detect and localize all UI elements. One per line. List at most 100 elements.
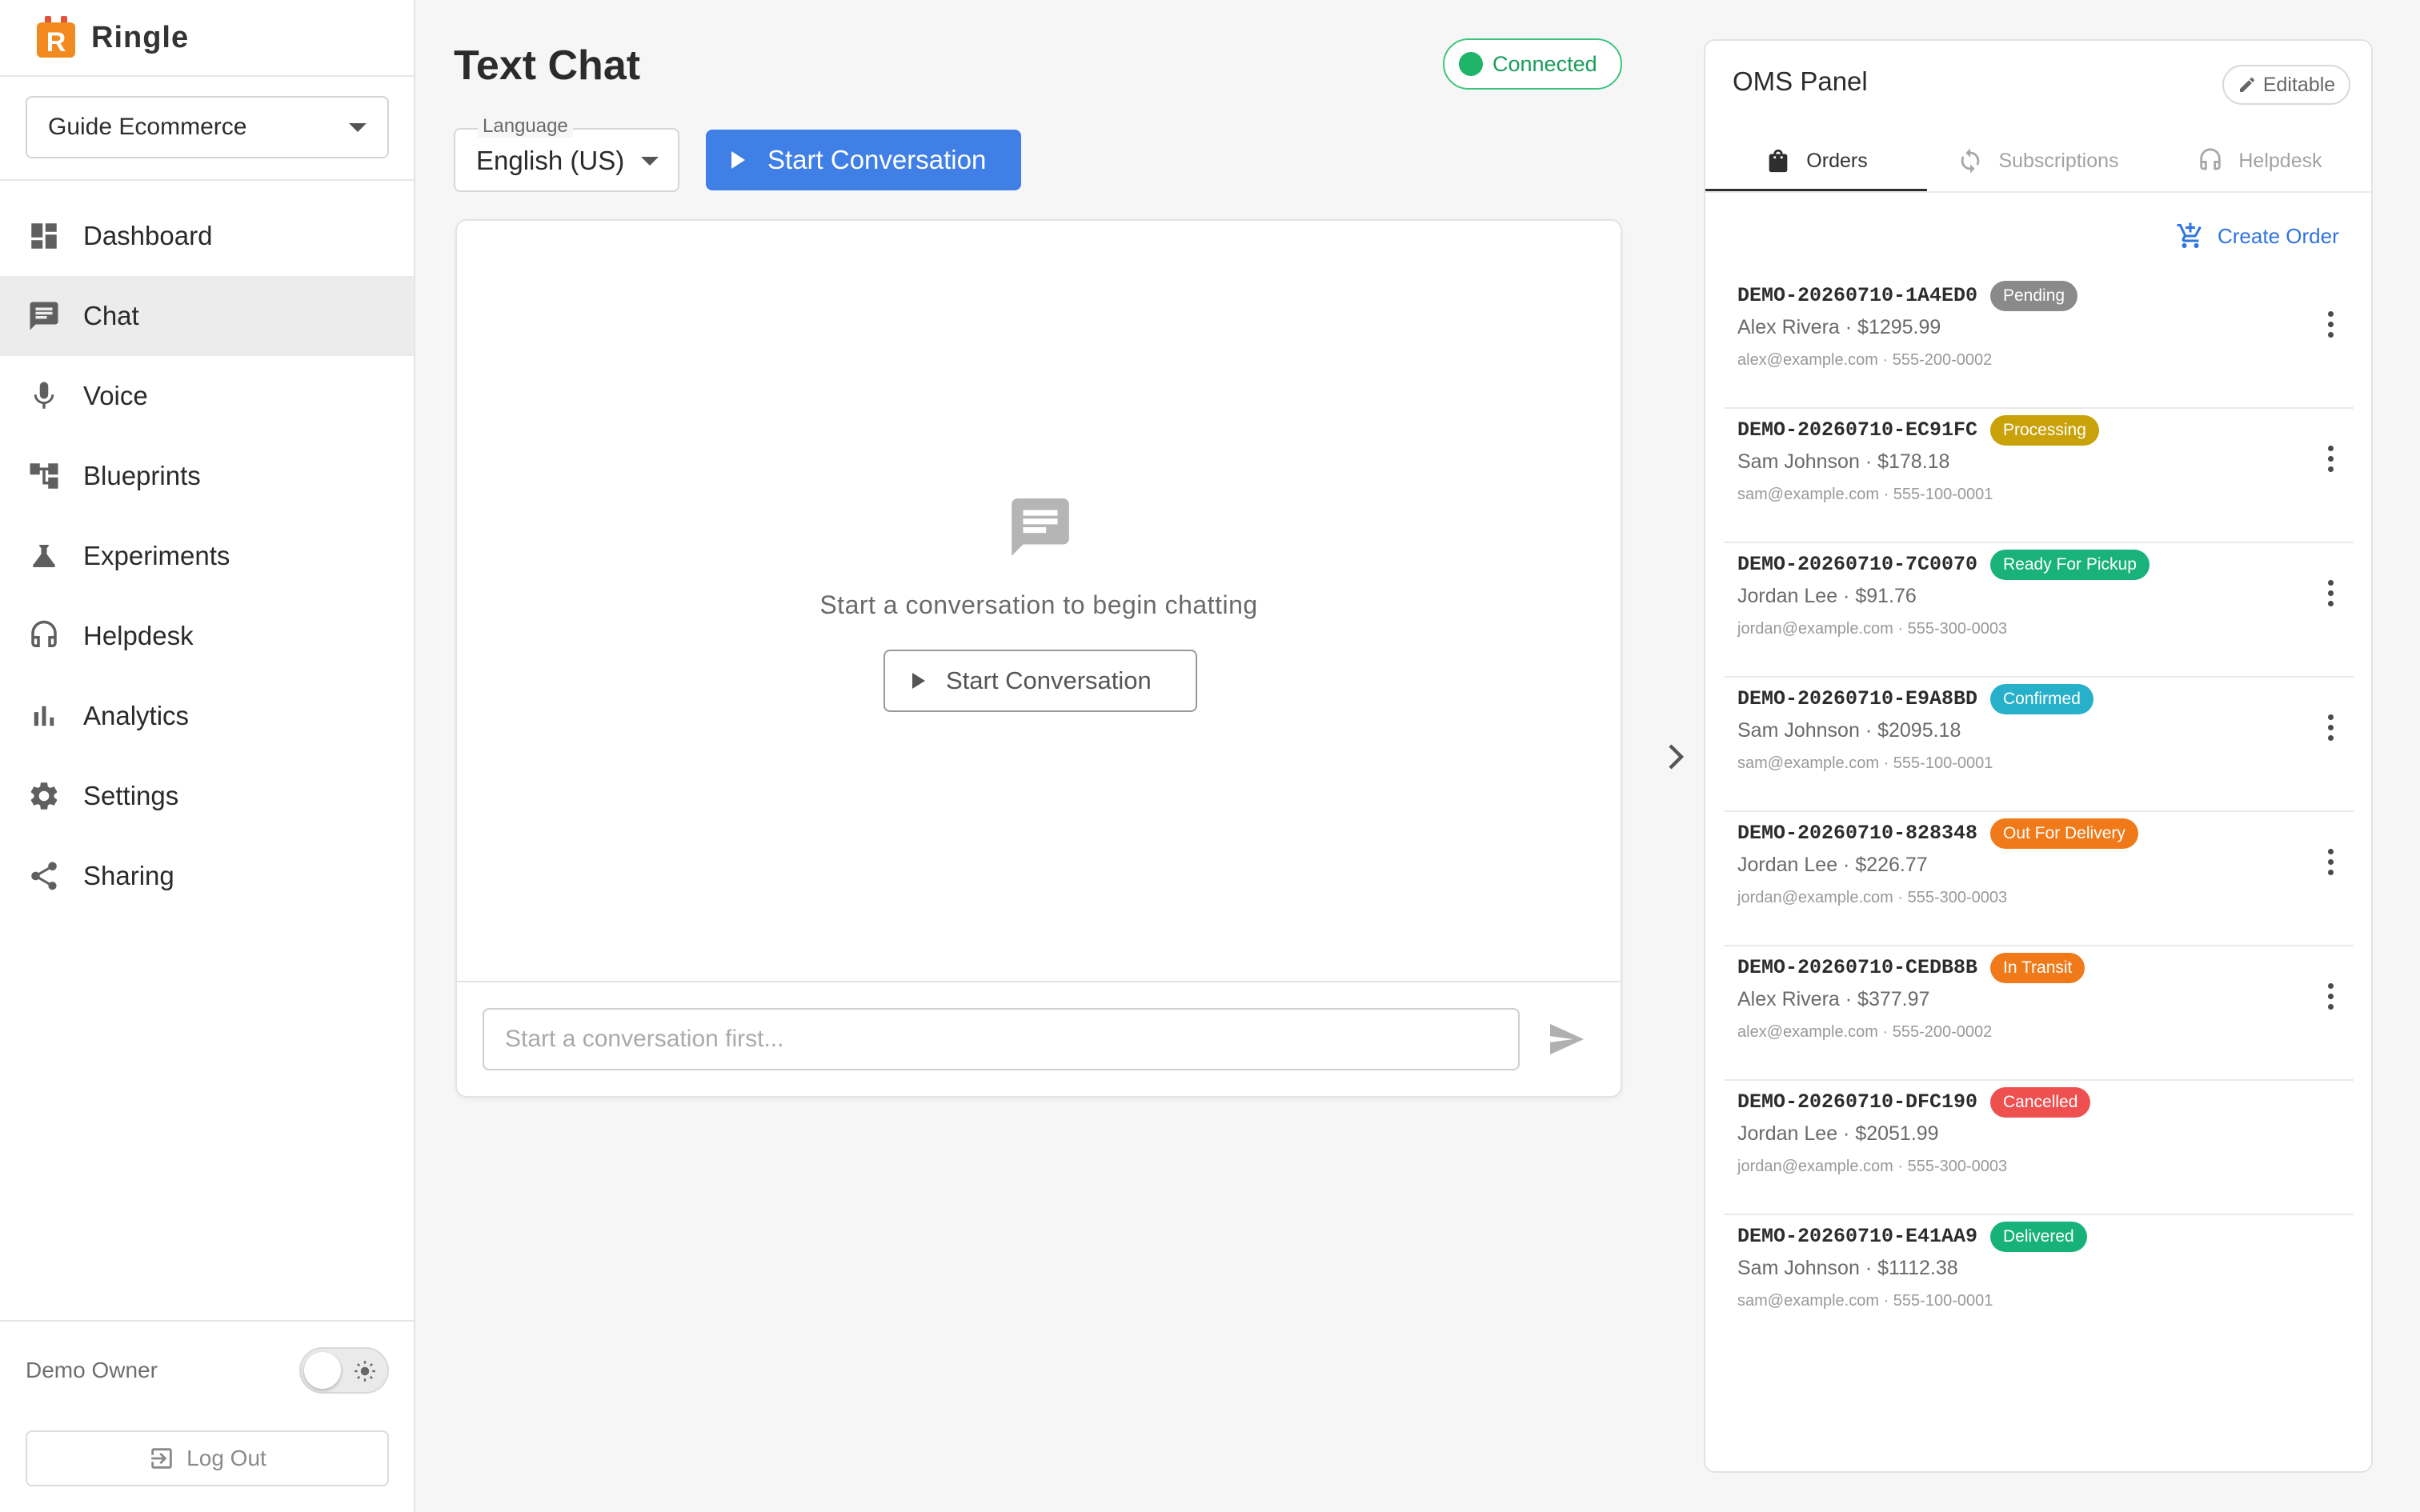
tab-label: Subscriptions bbox=[1998, 149, 2119, 172]
oms-tabs: Orders Subscriptions Helpdesk bbox=[1705, 129, 2371, 193]
more-vert-icon[interactable] bbox=[2326, 446, 2334, 474]
sidebar-item-dashboard[interactable]: Dashboard bbox=[0, 196, 414, 276]
logout-label: Log Out bbox=[186, 1446, 266, 1470]
language-select[interactable]: Language English (US) bbox=[454, 115, 679, 192]
sidebar-item-experiments[interactable]: Experiments bbox=[0, 516, 414, 596]
order-row[interactable]: DEMO-20260710-E9A8BD Confirmed Sam Johnson… bbox=[1725, 678, 2354, 812]
order-row[interactable]: DEMO-20260710-DFC190 Cancelled Jordan Lee … bbox=[1725, 1081, 2354, 1215]
chevron-down-icon bbox=[349, 123, 367, 132]
chevron-right-icon[interactable] bbox=[1663, 742, 1687, 771]
sidebar-item-label: Chat bbox=[83, 301, 139, 330]
start-conversation-label: Start Conversation bbox=[946, 666, 1152, 694]
order-status-badge: Pending bbox=[1990, 281, 2078, 311]
chat-bubble-icon bbox=[1012, 498, 1069, 556]
order-status-badge: Delivered bbox=[1990, 1222, 2087, 1252]
order-id: DEMO-20260710-E9A8BD bbox=[1737, 687, 1978, 710]
sidebar-item-label: Analytics bbox=[83, 701, 190, 730]
order-row[interactable]: DEMO-20260710-E41AA9 Delivered Sam Johnson… bbox=[1725, 1215, 2354, 1350]
brand[interactable]: R Ringle bbox=[37, 16, 189, 59]
sidebar-item-label: Blueprints bbox=[83, 461, 201, 490]
order-status-badge: Processing bbox=[1990, 415, 2099, 446]
editable-toggle-button[interactable]: Editable bbox=[2222, 65, 2350, 105]
order-row[interactable]: DEMO-20260710-EC91FC Processing Sam Johnso… bbox=[1725, 409, 2354, 543]
order-contact: alex@example.com · 555-200-0002 bbox=[1737, 351, 1993, 369]
order-row[interactable]: DEMO-20260710-828348 Out For Delivery Jord… bbox=[1725, 812, 2354, 946]
order-customer: Sam Johnson · $2095.18 bbox=[1737, 719, 1961, 742]
start-conversation-secondary-button[interactable]: Start Conversation bbox=[883, 650, 1197, 712]
order-customer: Sam Johnson · $178.18 bbox=[1737, 450, 1950, 473]
order-customer: Sam Johnson · $1112.38 bbox=[1737, 1257, 1958, 1279]
connection-status-label: Connected bbox=[1492, 51, 1597, 76]
message-input-placeholder: Start a conversation first... bbox=[505, 1026, 784, 1052]
order-row[interactable]: DEMO-20260710-1A4ED0 Pending Alex Rivera ·… bbox=[1725, 274, 2354, 409]
message-input[interactable]: Start a conversation first... bbox=[483, 1008, 1520, 1070]
sidebar-nav: Dashboard Chat Voice Blueprints Experime… bbox=[0, 196, 414, 916]
sidebar-item-voice[interactable]: Voice bbox=[0, 356, 414, 436]
sidebar-item-label: Dashboard bbox=[83, 221, 213, 250]
more-vert-icon[interactable] bbox=[2326, 311, 2334, 340]
create-order-button[interactable]: Create Order bbox=[2176, 222, 2339, 250]
sidebar-item-label: Settings bbox=[83, 781, 179, 810]
user-row: Demo Owner bbox=[26, 1344, 389, 1397]
start-conversation-button[interactable]: Start Conversation bbox=[706, 130, 1021, 190]
sidebar-item-helpdesk[interactable]: Helpdesk bbox=[0, 596, 414, 676]
bar-chart-icon bbox=[27, 699, 61, 733]
tab-orders[interactable]: Orders bbox=[1705, 129, 1927, 193]
order-id: DEMO-20260710-7C0070 bbox=[1737, 553, 1978, 576]
sidebar-item-label: Experiments bbox=[83, 541, 230, 570]
tab-label: Orders bbox=[1806, 149, 1868, 172]
more-vert-icon[interactable] bbox=[2326, 714, 2334, 743]
microphone-icon bbox=[27, 379, 61, 413]
more-vert-icon[interactable] bbox=[2326, 983, 2334, 1012]
order-status-badge: Confirmed bbox=[1990, 684, 2093, 714]
sidebar: R Ringle Guide Ecommerce Dashboard Chat … bbox=[0, 0, 415, 1512]
order-customer: Jordan Lee · $91.76 bbox=[1737, 585, 1917, 607]
order-status-badge: In Transit bbox=[1990, 953, 2085, 983]
tab-helpdesk[interactable]: Helpdesk bbox=[2149, 129, 2370, 193]
flask-icon bbox=[27, 539, 61, 573]
sidebar-divider bbox=[0, 1320, 414, 1322]
order-id: DEMO-20260710-EC91FC bbox=[1737, 418, 1978, 442]
order-status-badge: Ready For Pickup bbox=[1990, 550, 2150, 580]
status-dot-icon bbox=[1459, 52, 1483, 76]
share-icon bbox=[27, 859, 61, 893]
shopping-bag-icon bbox=[1769, 149, 1788, 173]
logout-button[interactable]: Log Out bbox=[26, 1430, 389, 1486]
order-row[interactable]: DEMO-20260710-7C0070 Ready For Pickup Jord… bbox=[1725, 543, 2354, 678]
create-order-label: Create Order bbox=[2218, 223, 2339, 248]
sidebar-item-chat[interactable]: Chat bbox=[0, 276, 414, 356]
chevron-down-icon bbox=[641, 157, 659, 166]
tab-subscriptions[interactable]: Subscriptions bbox=[1927, 129, 2149, 193]
more-vert-icon[interactable] bbox=[2326, 580, 2334, 609]
sidebar-divider bbox=[0, 75, 414, 77]
theme-toggle[interactable] bbox=[299, 1347, 389, 1394]
oms-panel: OMS Panel Editable Orders Subscriptions … bbox=[1704, 39, 2373, 1473]
sidebar-item-sharing[interactable]: Sharing bbox=[0, 836, 414, 916]
order-id: DEMO-20260710-CEDB8B bbox=[1737, 956, 1978, 979]
order-contact: jordan@example.com · 555-300-0003 bbox=[1737, 889, 2008, 906]
organization-select[interactable]: Guide Ecommerce bbox=[26, 96, 389, 158]
empty-state-text: Start a conversation to begin chatting bbox=[819, 590, 1258, 619]
language-label: Language bbox=[478, 115, 573, 138]
page-title: Text Chat bbox=[454, 42, 641, 89]
sidebar-item-settings[interactable]: Settings bbox=[0, 756, 414, 836]
start-conversation-label: Start Conversation bbox=[767, 145, 987, 174]
more-vert-icon[interactable] bbox=[2326, 849, 2334, 878]
order-customer: Jordan Lee · $226.77 bbox=[1737, 854, 1928, 876]
tab-label: Helpdesk bbox=[2238, 149, 2322, 172]
order-id: DEMO-20260710-828348 bbox=[1737, 822, 1978, 845]
sidebar-divider bbox=[0, 179, 414, 181]
chat-divider bbox=[457, 981, 1621, 982]
order-id: DEMO-20260710-DFC190 bbox=[1737, 1090, 1978, 1114]
send-icon[interactable] bbox=[1549, 1022, 1585, 1056]
order-contact: sam@example.com · 555-100-0001 bbox=[1737, 486, 1993, 503]
play-icon bbox=[731, 151, 745, 169]
refresh-icon bbox=[1961, 148, 1980, 174]
user-name: Demo Owner bbox=[26, 1358, 158, 1382]
order-customer: Alex Rivera · $1295.99 bbox=[1737, 316, 1941, 338]
chat-panel: Start a conversation to begin chatting S… bbox=[455, 219, 1622, 1098]
sidebar-item-blueprints[interactable]: Blueprints bbox=[0, 436, 414, 516]
sun-icon bbox=[355, 1361, 375, 1382]
sidebar-item-analytics[interactable]: Analytics bbox=[0, 676, 414, 756]
order-row[interactable]: DEMO-20260710-CEDB8B In Transit Alex River… bbox=[1725, 946, 2354, 1081]
